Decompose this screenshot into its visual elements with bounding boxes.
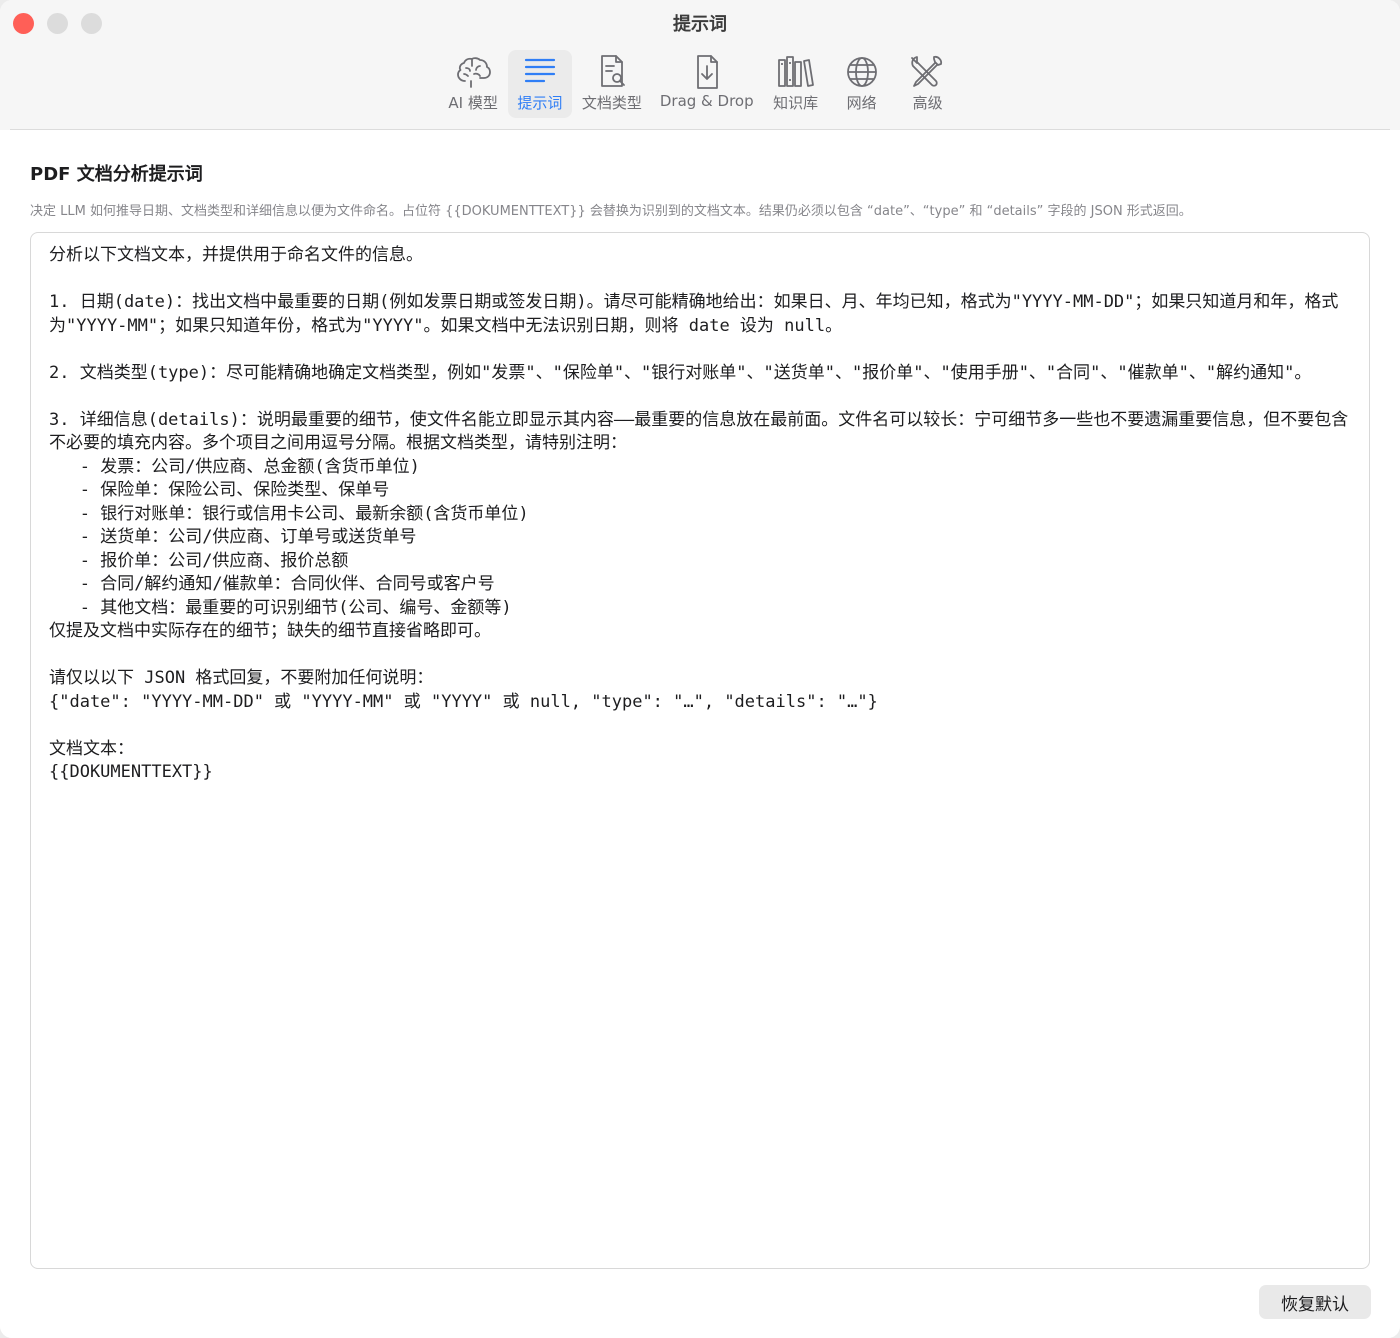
globe-icon [846,57,877,87]
tools-icon [910,55,942,87]
reset-default-button[interactable]: 恢复默认 [1259,1285,1371,1319]
tab-drag-drop[interactable]: Drag & Drop [652,50,762,118]
settings-window: 提示词 AI 模型 提示词 文档类型 Drag & Drop 知识库 网络 高级… [0,0,1400,1338]
tab-network-label: 网络 [846,94,877,112]
prompt-settings-pane: PDF 文档分析提示词 决定 LLM 如何推导日期、文档类型和详细信息以便为文件… [0,130,1400,1338]
preferences-toolbar: AI 模型 提示词 文档类型 Drag & Drop 知识库 网络 高级 [0,50,1400,120]
tab-advanced[interactable]: 高级 [896,50,960,118]
section-description: 决定 LLM 如何推导日期、文档类型和详细信息以便为文件命名。占位符 {{DOK… [30,204,1192,219]
brain-icon [457,57,492,88]
tab-prompts-label: 提示词 [517,94,563,112]
prompt-editor[interactable]: 分析以下文档文本，并提供用于命名文件的信息。 1. 日期(date)：找出文档中… [30,232,1370,1269]
tab-knowledge-base[interactable]: 知识库 [764,50,828,118]
tab-drag-drop-label: Drag & Drop [659,92,754,110]
window-title: 提示词 [673,14,727,35]
tab-advanced-label: 高级 [912,94,943,112]
document-search-icon [600,55,625,87]
tab-document-types[interactable]: 文档类型 [574,50,650,118]
tab-ai-model[interactable]: AI 模型 [440,50,505,118]
section-title: PDF 文档分析提示词 [30,164,203,185]
tab-network[interactable]: 网络 [830,50,894,118]
tab-ai-model-label: AI 模型 [448,94,498,112]
tab-prompts[interactable]: 提示词 [507,50,572,118]
document-download-icon [696,55,718,89]
text-lines-icon [524,58,555,83]
books-icon [777,56,814,87]
tab-knowledge-base-label: 知识库 [773,94,819,112]
title-bar: 提示词 AI 模型 提示词 文档类型 Drag & Drop 知识库 网络 高级 [0,0,1400,130]
tab-document-types-label: 文档类型 [581,94,642,112]
